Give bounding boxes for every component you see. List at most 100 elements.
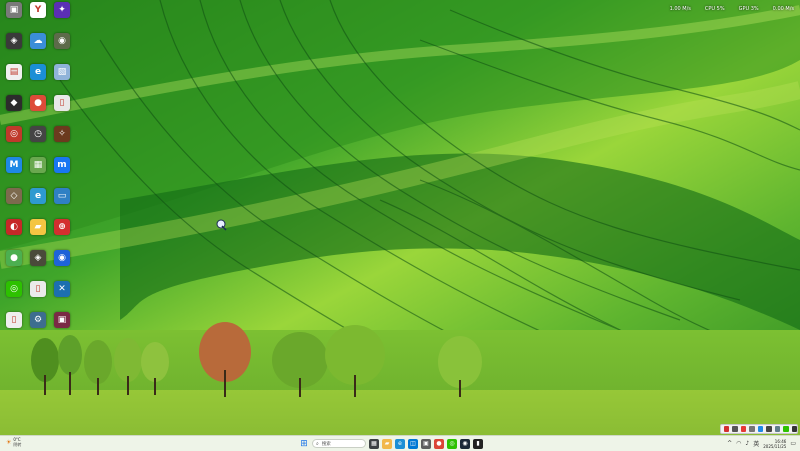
app-icon[interactable]: ▣ (421, 438, 431, 449)
desktop-icon-label (50, 19, 74, 24)
tool-icon: ✕ (54, 281, 70, 297)
system-tray: ^ ◠ ♪ 英 16:46 2025/11/25 ▭ (727, 437, 796, 450)
clock[interactable]: 16:46 2025/11/25 (763, 439, 786, 449)
taskbar-search[interactable]: ⌕ 搜索 (312, 439, 366, 448)
tray-app-icon[interactable] (724, 426, 730, 432)
desktop-icon[interactable]: Y (26, 2, 50, 30)
image-icon: ▧ (54, 64, 70, 80)
desktop-icon[interactable]: ✧ (50, 126, 74, 154)
desktop-icon[interactable]: ▭ (50, 188, 74, 216)
desktop-icon-label (2, 174, 26, 179)
wechat-icon: ◎ (6, 281, 22, 297)
desktop-icon-label (26, 174, 50, 179)
network-monitor: 1.00 M/s CPU 5% GPU 3% 0.00 M/s (670, 6, 794, 12)
desktop-icon[interactable]: e (26, 64, 50, 92)
desktop-icon[interactable]: ▣ (50, 312, 74, 340)
tray-app-icon[interactable] (791, 426, 797, 432)
desktop-icon-label (50, 112, 74, 117)
desktop-icon-label (2, 81, 26, 86)
tray-app-icon[interactable] (766, 426, 772, 432)
tray-app-icon[interactable] (749, 426, 755, 432)
desktop-icon[interactable]: ◇ (2, 188, 26, 216)
taskbar: ☀ 0°C 阴转 ⊞ ⌕ 搜索 ▦ ▰ e ◫ ▣ ● ◎ ◉ ▮ ^ ◠ ♪ 英 16:46 … (0, 435, 800, 451)
desktop-icon[interactable]: ◆ (2, 95, 26, 123)
tray-app-icon[interactable] (740, 426, 747, 432)
desktop-icon[interactable]: ● (2, 250, 26, 278)
red-app-icon: ◐ (6, 219, 22, 235)
tray-app-icon[interactable] (774, 426, 781, 432)
desktop-icon-label (50, 298, 74, 303)
weather-widget[interactable]: ☀ 0°C 阴转 (6, 437, 21, 447)
edge-icon[interactable]: e (395, 438, 405, 449)
desktop-icon[interactable]: ◷ (26, 126, 50, 154)
desktop-icon[interactable]: ◐ (2, 219, 26, 247)
notification-icon[interactable]: ▭ (790, 440, 796, 447)
chrome-icon: ● (6, 250, 22, 266)
desktop-icon[interactable]: ● (26, 95, 50, 123)
wechat-icon[interactable]: ◎ (447, 438, 457, 449)
desktop-icon-label (2, 19, 26, 24)
purple-app-icon: ✦ (54, 2, 70, 18)
desktop-icon[interactable]: ◉ (50, 250, 74, 278)
desktop-icon[interactable]: ◎ (2, 281, 26, 309)
game-icon: ◈ (6, 33, 22, 49)
desktop-icon-label (26, 112, 50, 117)
document-icon: ▯ (6, 312, 22, 328)
desktop-icon[interactable]: ▧ (50, 64, 74, 92)
clock-date: 2025/11/25 (763, 443, 787, 449)
tray-app-icon[interactable] (783, 426, 789, 432)
settings-icon: ⚙ (30, 312, 46, 328)
clock-icon: ◷ (30, 126, 46, 142)
volume-icon[interactable]: ♪ (745, 440, 749, 447)
chrome-icon[interactable]: ● (434, 438, 444, 449)
language-indicator[interactable]: 英 (753, 439, 759, 448)
app-icon: ▣ (54, 312, 70, 328)
chevron-up-icon[interactable]: ^ (727, 440, 732, 447)
folder-icon: ▣ (6, 2, 22, 18)
desktop-icon[interactable]: ✕ (50, 281, 74, 309)
net-download: 0.00 M/s (772, 6, 794, 12)
desktop-icon[interactable]: ▰ (26, 219, 50, 247)
desktop-icon[interactable]: M (2, 157, 26, 185)
windows-start-icon[interactable]: ⊞ (299, 439, 309, 449)
desktop-icon[interactable]: ☁ (26, 33, 50, 61)
desktop-icon[interactable]: ▣ (2, 2, 26, 30)
desktop-icon-label (2, 236, 26, 241)
taskbar-apps: ▦ ▰ e ◫ ▣ ● ◎ ◉ ▮ (369, 438, 483, 449)
explorer-icon[interactable]: ▰ (382, 438, 392, 449)
desktop-icon[interactable]: ▯ (26, 281, 50, 309)
steam-icon[interactable]: ◉ (460, 438, 470, 449)
files-icon[interactable]: ▦ (369, 438, 379, 449)
wifi-icon[interactable]: ◠ (736, 440, 741, 447)
desktop-icon[interactable]: ▦ (26, 157, 50, 185)
terminal-icon[interactable]: ▮ (473, 438, 483, 449)
desktop-icon[interactable]: ✦ (50, 2, 74, 30)
desktop-icon[interactable]: ◉ (50, 33, 74, 61)
desktop-icon[interactable]: ⚙ (26, 312, 50, 340)
desktop-icon[interactable]: m (50, 157, 74, 185)
desktop-icon-label (2, 50, 26, 55)
desktop-icon-label (26, 81, 50, 86)
desktop-icon[interactable]: ◎ (2, 126, 26, 154)
desktop-icon-label (26, 298, 50, 303)
desktop-icon[interactable]: ▤ (2, 64, 26, 92)
desktop-icon-label (50, 174, 74, 179)
yandex-icon: Y (30, 2, 46, 18)
desktop-icon[interactable]: e (26, 188, 50, 216)
folder-icon: ▰ (30, 219, 46, 235)
tray-overflow-popup (720, 424, 798, 434)
desktop-icon[interactable]: ◈ (2, 33, 26, 61)
tray-app-icon[interactable] (732, 426, 738, 432)
store-icon[interactable]: ◫ (408, 438, 418, 449)
desktop-icon[interactable]: ◈ (26, 250, 50, 278)
desktop-icon[interactable]: ⊕ (50, 219, 74, 247)
tray-app-icon[interactable] (757, 426, 764, 432)
desktop-icon-label (26, 329, 50, 334)
desktop-icon[interactable]: ▯ (2, 312, 26, 340)
desktop-icon-label (26, 143, 50, 148)
desktop-icon-label (26, 236, 50, 241)
desktop-icon[interactable]: ▯ (50, 95, 74, 123)
game-icon: ◈ (30, 250, 46, 266)
desktop-icon-label (2, 267, 26, 272)
document-icon: ▯ (30, 281, 46, 297)
